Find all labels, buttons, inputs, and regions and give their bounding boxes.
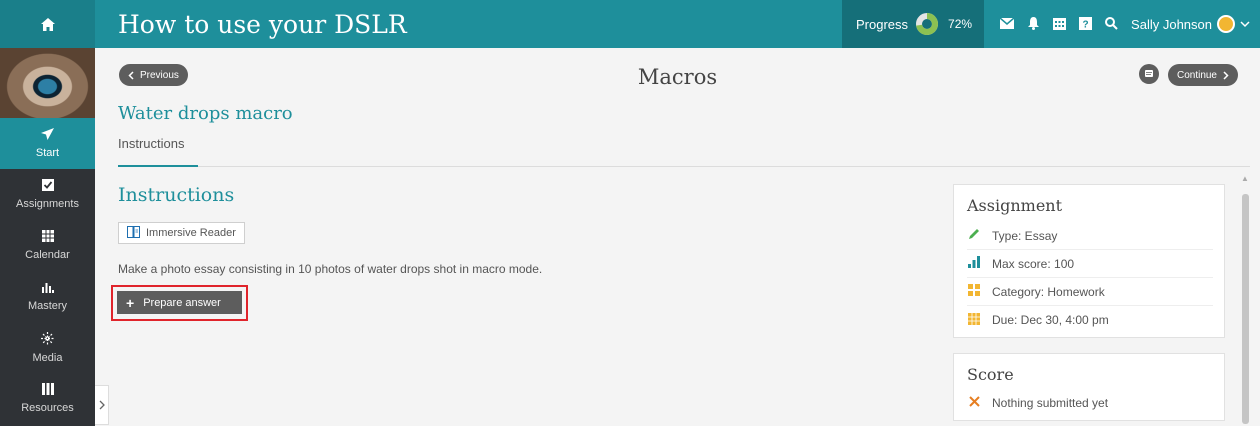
discussion-button[interactable] [1139,64,1159,84]
sidebar-item-mastery[interactable]: Mastery [0,271,95,322]
immersive-reader-icon [127,225,140,241]
prepare-answer-button[interactable]: + Prepare answer [117,291,242,314]
category-row: Category: Homework [967,278,1213,306]
sidebar-item-assignments[interactable]: Assignments [0,169,95,220]
continue-button[interactable]: Continue [1167,64,1238,86]
home-icon [40,17,55,31]
tab-divider [118,166,1250,167]
progress-indicator[interactable]: Progress 72% [841,0,985,48]
pencil-icon [967,228,981,243]
prepare-answer-label: Prepare answer [143,296,221,309]
chevron-down-icon [1240,20,1250,27]
sidebar-item-label: Calendar [25,249,70,261]
category-icon [967,284,981,299]
progress-donut-icon [916,13,939,35]
plus-icon: + [126,294,135,311]
comment-icon [1145,70,1153,77]
immersive-reader-label: Immersive Reader [146,227,236,239]
user-avatar [1217,15,1235,33]
assignment-type: Type: Essay [992,228,1058,243]
search-icon[interactable] [1105,16,1118,32]
max-score: Max score: 100 [992,256,1075,271]
books-icon [41,383,54,397]
sidebar-item-start[interactable]: Start [0,118,95,169]
assignment-type-row: Type: Essay [967,222,1213,250]
score-card: Score Nothing submitted yet [953,353,1225,421]
sidebar-item-label: Assignments [16,198,79,210]
bar-chart-icon [41,281,54,295]
progress-label: Progress [855,16,909,32]
calendar-icon[interactable] [1053,17,1067,32]
due-date-row: Due: Dec 30, 4:00 pm [967,306,1213,334]
checkbox-icon [41,179,54,193]
tab-instructions[interactable]: Instructions [118,136,184,151]
sidebar-item-media[interactable]: Media [0,322,95,373]
sidebar-item-label: Mastery [27,300,68,312]
course-title: How to use your DSLR [118,9,407,39]
help-icon[interactable]: ? [1079,16,1093,32]
sidebar: Start Assignments Calendar Mastery Media… [0,48,95,426]
sidebar-item-calendar[interactable]: Calendar [0,220,95,271]
sidebar-item-label: Resources [21,402,74,414]
calendar-icon [967,312,981,328]
top-icon-bar: ? Sally Johnson [984,0,1260,48]
user-menu[interactable]: Sally Johnson [1131,15,1250,33]
max-score-row: Max score: 100 [967,250,1213,278]
assignment-description: Make a photo essay consisting in 10 phot… [118,262,543,276]
paper-plane-icon [41,128,54,142]
page-title: Macros [637,65,718,89]
home-button[interactable] [0,0,95,48]
assignment-card: Assignment Type: Essay Max score: 100 Ca… [953,184,1225,338]
lesson-title: Water drops macro [118,103,293,124]
main-content: Previous Macros Continue Water drops mac… [95,48,1260,426]
bell-icon[interactable] [1027,16,1040,32]
sidebar-item-resources[interactable]: Resources [0,373,95,424]
mail-icon[interactable] [999,17,1015,31]
sparkle-icon [41,331,54,347]
bar-chart-icon [967,256,981,271]
due-date: Due: Dec 30, 4:00 pm [992,313,1109,327]
user-name: Sally Johnson [1131,16,1212,32]
tab-active-indicator [118,165,198,167]
x-icon [967,396,981,410]
sidebar-item-label: Start [35,147,60,159]
scrollbar-thumb[interactable] [1242,194,1249,424]
progress-value: 72% [948,17,973,31]
assignment-card-title: Assignment [967,196,1063,215]
svg-text:?: ? [1082,19,1088,30]
section-title: Instructions [118,184,235,206]
continue-label: Continue [1176,69,1217,81]
scroll-up-icon[interactable]: ▲ [1241,174,1249,183]
score-status: Nothing submitted yet [992,396,1109,410]
course-image [0,48,95,118]
sidebar-item-label: Media [32,351,63,364]
score-card-title: Score [967,365,1014,384]
calendar-icon [41,230,54,244]
chevron-right-icon [1223,70,1229,80]
score-status-row: Nothing submitted yet [967,389,1213,417]
immersive-reader-button[interactable]: Immersive Reader [118,222,245,244]
category: Category: Homework [992,284,1105,299]
top-bar: How to use your DSLR Progress 72% ? Sall… [0,0,1260,48]
